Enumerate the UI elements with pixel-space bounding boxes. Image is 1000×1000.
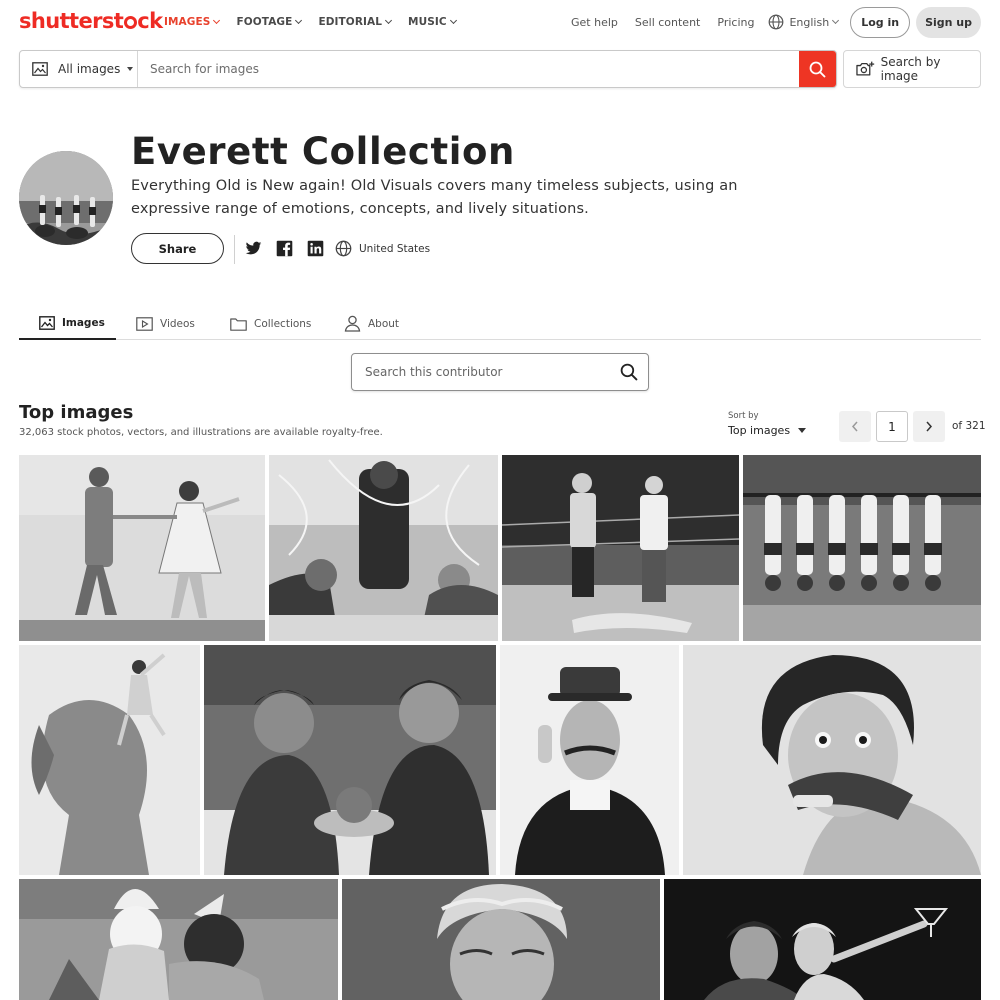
tab-images[interactable]: Images — [19, 307, 116, 340]
sort-value: Top images — [728, 424, 791, 437]
search-type-dropdown[interactable]: All images — [20, 51, 138, 87]
share-button[interactable]: Share — [131, 233, 224, 264]
contributor-name: Everett Collection — [131, 130, 515, 173]
tab-videos-label: Videos — [160, 317, 195, 330]
search-input[interactable] — [138, 51, 799, 87]
contributor-location: United States — [335, 240, 430, 257]
results-title: Top images — [19, 402, 134, 423]
sell-content-link[interactable]: Sell content — [635, 16, 700, 29]
chevron-right-icon — [926, 421, 933, 432]
image-thumbnail[interactable] — [204, 645, 496, 875]
search-type-label: All images — [58, 62, 121, 76]
main-nav: IMAGES FOOTAGE EDITORIAL MUSIC — [164, 16, 473, 28]
folder-icon — [230, 317, 247, 331]
contributor-search — [351, 353, 649, 391]
shutterstock-logo[interactable]: shutterst ck — [19, 9, 163, 33]
content-tabs: Images Videos Collections About — [19, 307, 981, 340]
image-thumbnail[interactable] — [269, 455, 498, 641]
tab-about[interactable]: About — [344, 307, 399, 340]
contributor-search-input[interactable] — [365, 365, 620, 379]
search-submit-button[interactable] — [799, 51, 836, 87]
tab-collections-label: Collections — [254, 317, 312, 330]
logo-text-end: ck — [137, 9, 163, 33]
page-total: of 321 — [952, 420, 986, 432]
account-nav: Get help Sell content Pricing English Lo… — [554, 6, 981, 38]
logo-text: shutterst — [19, 9, 124, 33]
nav-footage-label: FOOTAGE — [236, 16, 293, 28]
next-page-button[interactable] — [913, 411, 945, 442]
camera-plus-icon — [856, 61, 875, 76]
results-count: 32,063 stock photos, vectors, and illust… — [19, 427, 383, 438]
nav-footage[interactable]: FOOTAGE — [236, 16, 303, 28]
caret-down-icon — [798, 428, 806, 433]
image-icon — [39, 315, 55, 330]
video-icon — [136, 316, 153, 331]
get-help-link[interactable]: Get help — [571, 16, 618, 29]
chevron-down-icon — [384, 16, 393, 25]
page-number-input[interactable] — [876, 411, 908, 442]
nav-images[interactable]: IMAGES — [164, 16, 221, 28]
tab-videos[interactable]: Videos — [136, 307, 195, 340]
caret-down-icon — [127, 67, 134, 71]
tab-collections[interactable]: Collections — [230, 307, 311, 340]
search-by-image-label: Search by image — [880, 55, 941, 83]
linkedin-icon[interactable] — [307, 240, 324, 257]
image-thumbnail[interactable] — [342, 879, 660, 1000]
location-label: United States — [359, 242, 431, 255]
contributor-description: Everything Old is New again! Old Visuals… — [131, 178, 738, 217]
chevron-down-icon — [295, 16, 303, 25]
globe-icon — [335, 240, 352, 257]
chevron-down-icon — [213, 16, 221, 25]
nav-editorial-label: EDITORIAL — [318, 16, 383, 28]
chevron-down-icon — [832, 16, 840, 25]
sort-label: Sort by — [728, 411, 759, 421]
image-thumbnail[interactable] — [664, 879, 981, 1000]
language-label: English — [789, 15, 830, 29]
top-navigation: shutterst ck IMAGES FOOTAGE EDITORIAL MUS… — [0, 0, 1000, 46]
nav-music-label: MUSIC — [408, 16, 447, 28]
search-by-image-button[interactable]: Search by image — [843, 50, 981, 88]
image-thumbnail[interactable] — [502, 455, 739, 641]
search-bar: All images — [19, 50, 837, 88]
chevron-left-icon — [851, 421, 858, 432]
image-thumbnail[interactable] — [743, 455, 981, 641]
image-thumbnail[interactable] — [19, 645, 200, 875]
sort-dropdown[interactable]: Top images — [728, 424, 806, 437]
nav-music[interactable]: MUSIC — [408, 16, 457, 28]
image-thumbnail[interactable] — [683, 645, 981, 875]
image-thumbnail[interactable] — [19, 879, 338, 1000]
globe-icon — [769, 14, 784, 30]
pricing-link[interactable]: Pricing — [717, 16, 754, 29]
nav-editorial[interactable]: EDITORIAL — [318, 16, 393, 28]
chevron-down-icon — [449, 16, 457, 25]
twitter-icon[interactable] — [245, 240, 262, 257]
image-icon — [32, 62, 48, 76]
previous-page-button[interactable] — [839, 411, 871, 442]
logo-o-mark — [123, 16, 137, 29]
language-selector[interactable]: English — [768, 14, 840, 30]
search-icon — [809, 61, 826, 77]
divider — [234, 235, 235, 264]
tab-about-label: About — [368, 317, 400, 330]
facebook-icon[interactable] — [276, 240, 293, 257]
signup-button[interactable]: Sign up — [916, 6, 981, 38]
image-thumbnail[interactable] — [19, 455, 265, 641]
image-thumbnail[interactable] — [500, 645, 679, 875]
person-icon — [344, 315, 361, 332]
search-icon[interactable] — [620, 363, 638, 381]
tab-images-label: Images — [62, 316, 105, 329]
login-button[interactable]: Log in — [850, 6, 911, 38]
nav-images-label: IMAGES — [164, 16, 211, 28]
contributor-avatar — [19, 151, 113, 245]
